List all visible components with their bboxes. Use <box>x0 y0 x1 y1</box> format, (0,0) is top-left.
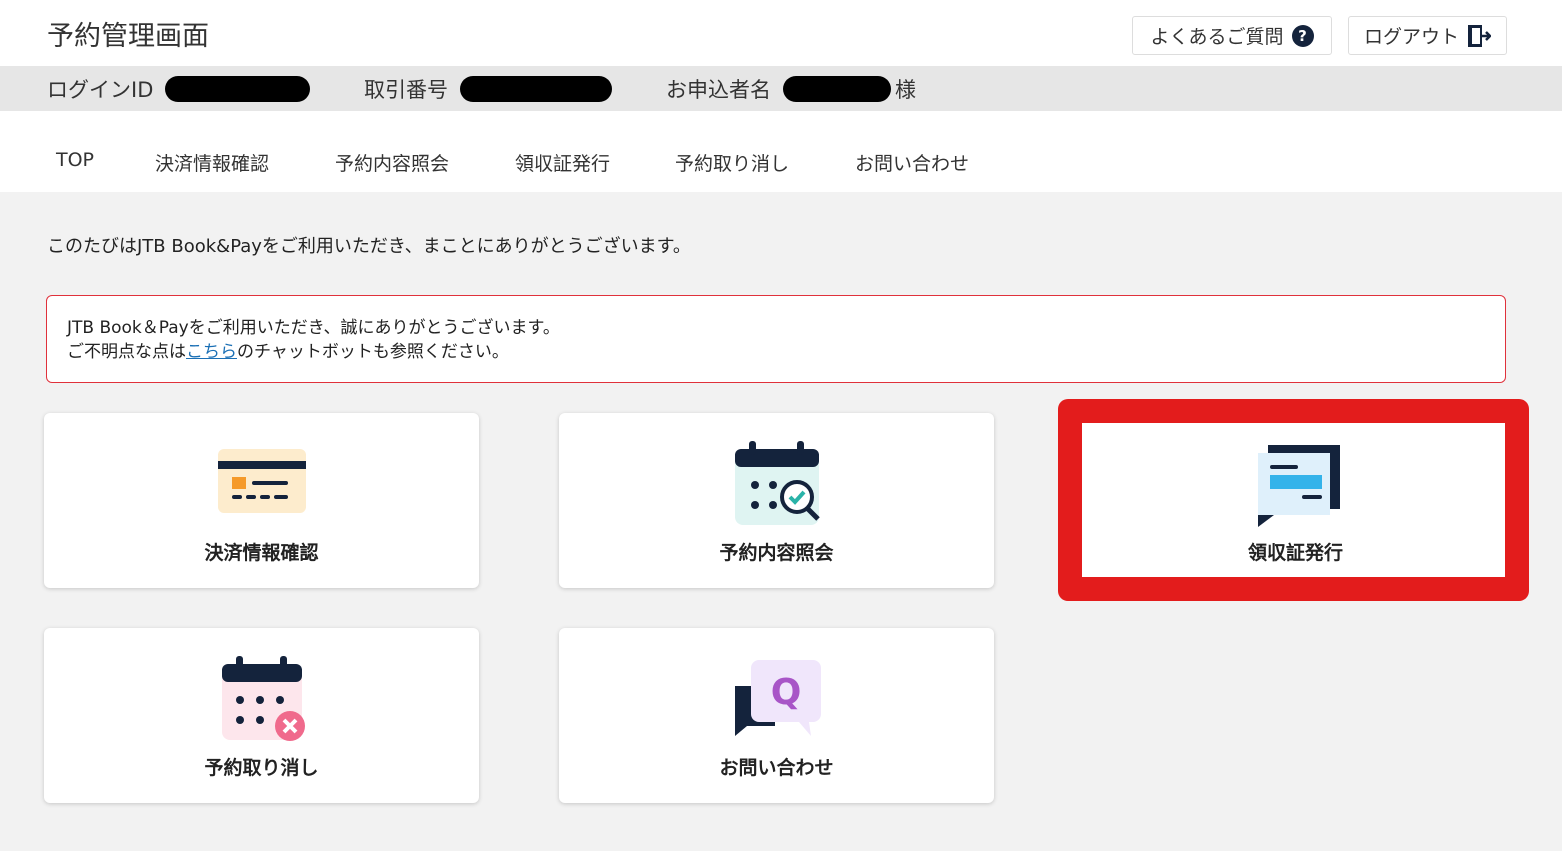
card-cancel-reservation[interactable]: 予約取り消し <box>44 628 479 803</box>
redacted-login-id <box>165 76 311 102</box>
card-label: お問い合わせ <box>719 757 834 779</box>
deal-number: 取引番号 <box>364 74 612 104</box>
notice-line-1: JTB Book＆Payをご利用いただき、誠にありがとうございます。 <box>67 318 560 338</box>
faq-label: よくあるご質問 <box>1150 26 1284 48</box>
login-id-label: ログインID <box>47 78 154 102</box>
login-id: ログインID <box>47 74 311 104</box>
question-icon: ? <box>1291 24 1314 47</box>
top-header: 予約管理画面 よくあるご質問 ? ログアウト <box>0 0 1562 66</box>
main-nav: TOP 決済情報確認 予約内容照会 領収証発行 予約取り消し お問い合わせ <box>0 111 1562 192</box>
card-label: 決済情報確認 <box>204 542 319 564</box>
chat-question-icon: Q <box>734 660 821 736</box>
welcome-message: このたびはJTB Book&Payをご利用いただき、まことにありがとうございます… <box>47 236 691 257</box>
account-info-bar: ログインID 取引番号 お申込者名 様 <box>0 66 1562 111</box>
logout-button[interactable]: ログアウト <box>1348 16 1507 55</box>
notice-line-2: ご不明点な点はこちらのチャットボットも参照ください。 <box>67 340 1485 364</box>
notice-box: JTB Book＆Payをご利用いただき、誠にありがとうございます。 ご不明点な… <box>46 295 1506 383</box>
notice-suffix: のチャットボットも参照ください。 <box>237 342 509 362</box>
card-label: 予約内容照会 <box>719 542 834 564</box>
nav-receipt-issue[interactable]: 領収証発行 <box>515 149 610 176</box>
page-title: 予約管理画面 <box>47 21 209 52</box>
card-contact[interactable]: Q お問い合わせ <box>559 628 994 803</box>
chatbot-link[interactable]: こちら <box>186 342 237 362</box>
credit-card-icon <box>217 449 306 513</box>
nav-reservation-inquiry[interactable]: 予約内容照会 <box>335 149 449 176</box>
logout-icon <box>1468 24 1491 47</box>
notice-prefix: ご不明点な点は <box>67 342 186 362</box>
receipt-icon <box>1257 445 1340 527</box>
logout-label: ログアウト <box>1363 26 1459 48</box>
nav-contact[interactable]: お問い合わせ <box>855 149 969 176</box>
card-label: 予約取り消し <box>204 757 319 779</box>
applicant-label: お申込者名 <box>666 78 771 102</box>
deal-number-label: 取引番号 <box>364 78 448 102</box>
nav-payment-info[interactable]: 決済情報確認 <box>155 149 269 176</box>
nav-cancel-reservation[interactable]: 予約取り消し <box>675 149 789 176</box>
calendar-cancel-icon <box>221 656 305 741</box>
svg-text:Q: Q <box>770 672 801 713</box>
redacted-deal-number <box>460 76 612 102</box>
card-payment-info[interactable]: 決済情報確認 <box>44 413 479 588</box>
faq-button[interactable]: よくあるご質問 ? <box>1132 16 1332 55</box>
card-reservation-inquiry[interactable]: 予約内容照会 <box>559 413 994 588</box>
honorific: 様 <box>895 78 916 102</box>
nav-top[interactable]: TOP <box>56 149 94 171</box>
redacted-applicant-name <box>783 76 891 102</box>
applicant-name: お申込者名 様 <box>666 74 916 104</box>
card-receipt-issue[interactable]: 領収証発行 <box>1078 413 1513 588</box>
calendar-search-icon <box>734 441 820 525</box>
card-label: 領収証発行 <box>1247 542 1343 564</box>
